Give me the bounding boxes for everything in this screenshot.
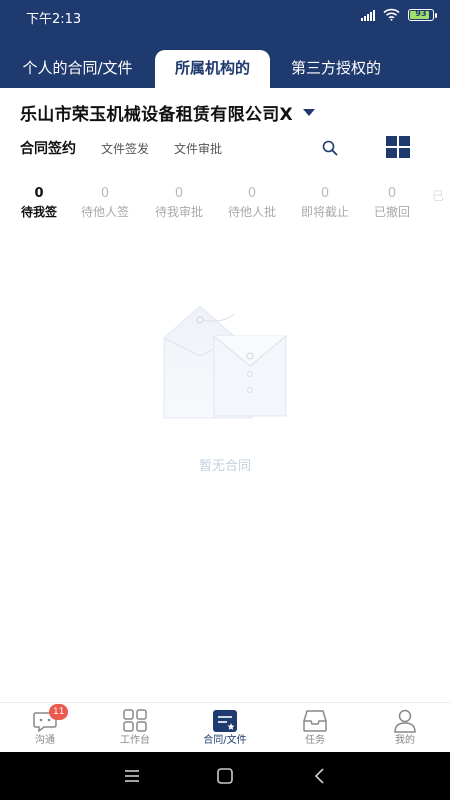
nav-chat[interactable]: 11 沟通 <box>0 704 90 748</box>
stat-withdrawn[interactable]: 0 已撤回 <box>356 186 428 222</box>
menu-icon[interactable] <box>122 766 142 786</box>
tab-personal[interactable]: 个人的合同/文件 <box>10 50 145 88</box>
caret-down-icon[interactable] <box>302 109 315 116</box>
search-icon[interactable] <box>322 140 338 156</box>
stat-more[interactable]: 已 <box>432 186 450 206</box>
status-counts: 0 待我签 0 待他人签 0 待我审批 0 待他人批 0 即将截止 0 已撤回 … <box>0 186 450 226</box>
stat-count: 0 <box>387 186 397 201</box>
home-icon[interactable] <box>215 766 235 786</box>
stat-label: 待我审批 <box>154 205 203 219</box>
stat-label: 即将截止 <box>300 205 349 219</box>
inbox-icon <box>302 709 328 733</box>
nav-label: 合同/文件 <box>203 735 247 746</box>
filter-document-issuing[interactable]: 文件签发 <box>101 140 149 157</box>
top-tab-bar: 个人的合同/文件 所属机构的 第三方授权的 <box>0 34 450 88</box>
battery-icon: 93 <box>408 8 437 21</box>
stat-due-soon[interactable]: 0 即将截止 <box>289 186 361 222</box>
battery-percent: 93 <box>415 8 427 18</box>
grid-view-icon[interactable] <box>386 136 410 158</box>
org-selector[interactable]: 乐山市荣玉机械设备租赁有限公司X <box>20 100 315 125</box>
stat-label: 待他人签 <box>80 205 129 219</box>
filter-document-approval[interactable]: 文件审批 <box>174 140 222 157</box>
stat-count: 0 <box>320 186 330 201</box>
tab-organization[interactable]: 所属机构的 <box>155 50 270 88</box>
contract-icon <box>212 709 238 733</box>
nav-label: 我的 <box>395 735 415 746</box>
filter-contract-signing[interactable]: 合同签约 <box>20 138 76 158</box>
user-icon <box>392 709 418 733</box>
empty-state-text: 暂无合同 <box>198 459 251 474</box>
grid-icon <box>122 709 148 733</box>
status-icons: 93 <box>361 8 437 21</box>
stat-pending-others-sign[interactable]: 0 待他人签 <box>69 186 141 222</box>
filter-row: 合同签约 文件签发 文件审批 <box>0 136 450 162</box>
nav-contracts[interactable]: 合同/文件 <box>180 709 270 748</box>
org-name: 乐山市荣玉机械设备租赁有限公司X <box>20 105 293 125</box>
nav-label: 沟通 <box>35 735 55 746</box>
nav-label: 任务 <box>305 735 325 746</box>
bottom-nav: 11 沟通 工作台 合同/文件 任务 我的 <box>0 702 450 752</box>
status-time: 下午2:13 <box>26 12 82 27</box>
empty-envelope-illustration <box>163 305 287 419</box>
stat-label: 已撤回 <box>373 205 410 219</box>
stat-count: 0 <box>247 186 257 201</box>
stat-label: 已 <box>432 189 445 203</box>
stat-count: 0 <box>100 186 110 201</box>
wifi-icon <box>383 8 400 21</box>
unread-badge: 11 <box>49 704 69 720</box>
nav-tasks[interactable]: 任务 <box>270 709 360 748</box>
nav-profile[interactable]: 我的 <box>360 709 450 748</box>
stat-label: 待他人批 <box>227 205 276 219</box>
signal-icon <box>361 9 375 21</box>
nav-label: 工作台 <box>120 735 150 746</box>
back-icon[interactable] <box>310 766 330 786</box>
stat-pending-my-approval[interactable]: 0 待我审批 <box>143 186 215 222</box>
stat-pending-others-approval[interactable]: 0 待他人批 <box>216 186 288 222</box>
system-nav-bar <box>0 752 450 800</box>
stat-count: 0 <box>174 186 184 201</box>
tab-third-party[interactable]: 第三方授权的 <box>280 50 392 88</box>
stat-pending-my-sign[interactable]: 0 待我签 <box>3 186 75 222</box>
nav-workbench[interactable]: 工作台 <box>90 709 180 748</box>
chat-icon: 11 <box>32 704 69 733</box>
stat-label: 待我签 <box>20 205 57 219</box>
status-bar: 下午2:13 93 <box>0 0 450 34</box>
stat-count: 0 <box>34 186 44 201</box>
